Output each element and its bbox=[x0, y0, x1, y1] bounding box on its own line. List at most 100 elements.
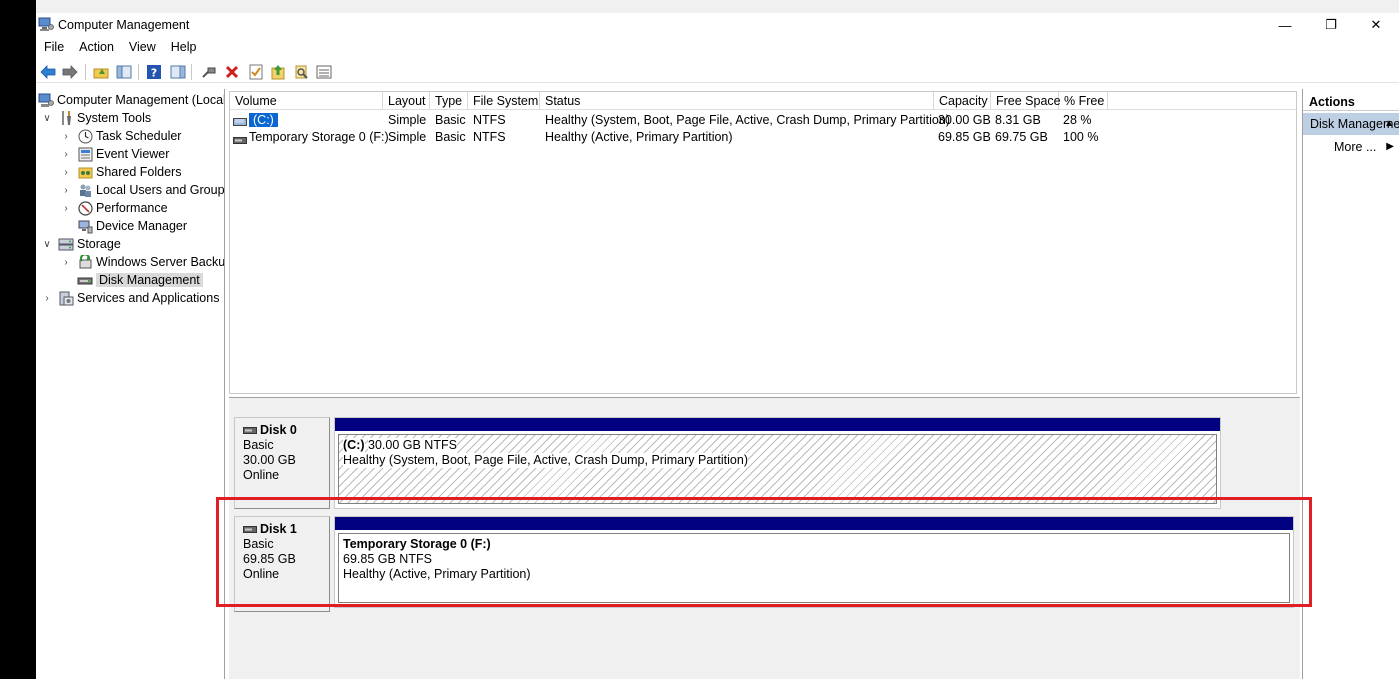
volume-row[interactable]: (C:) Simple Basic NTFS Healthy (System, … bbox=[230, 112, 1296, 129]
partition-status: Healthy (Active, Primary Partition) bbox=[343, 567, 531, 581]
tree-item-label: Local Users and Groups bbox=[96, 183, 225, 197]
chevron-right-icon[interactable]: › bbox=[60, 131, 72, 142]
tree-item-computer-management[interactable]: Computer Management (Local bbox=[38, 91, 225, 109]
column-header-type[interactable]: Type bbox=[430, 92, 468, 110]
partition-status: Healthy (System, Boot, Page File, Active… bbox=[343, 453, 748, 468]
clock-icon bbox=[77, 128, 93, 144]
column-header-free-space[interactable]: Free Space bbox=[991, 92, 1061, 110]
restore-button[interactable]: ❐ bbox=[1308, 13, 1354, 37]
partition-c[interactable]: (C:) 30.00 GB NTFS Healthy (System, Boot… bbox=[338, 434, 1217, 504]
column-header-volume[interactable]: Volume bbox=[230, 92, 383, 110]
top-strip bbox=[0, 0, 1399, 13]
disk-state: Online bbox=[243, 567, 280, 581]
volume-list: Volume Layout Type File System Status Ca… bbox=[229, 91, 1297, 394]
disk-bar bbox=[335, 418, 1220, 431]
tree-item-windows-server-backup[interactable]: › Windows Server Backup bbox=[60, 253, 225, 271]
title-bar: Computer Management — ❐ ✕ bbox=[36, 13, 1399, 37]
tree-item-label: Device Manager bbox=[96, 219, 188, 233]
column-header-status[interactable]: Status bbox=[540, 92, 934, 110]
action-pane-icon bbox=[170, 65, 186, 79]
restore-icon: ❐ bbox=[1325, 17, 1337, 32]
menu-view[interactable]: View bbox=[121, 39, 163, 57]
disk-size: 30.00 GB bbox=[243, 453, 296, 467]
column-header-percent-free[interactable]: % Free bbox=[1059, 92, 1108, 110]
volume-capacity: 69.85 GB bbox=[938, 130, 991, 144]
tree-item-disk-management[interactable]: Disk Management bbox=[77, 271, 203, 289]
menu-file[interactable]: File bbox=[36, 39, 71, 57]
folder-up-icon bbox=[93, 68, 109, 79]
tree-item-local-users[interactable]: › Local Users and Groups bbox=[60, 181, 225, 199]
actions-disk-management[interactable]: Disk Management ▲ bbox=[1303, 113, 1399, 135]
show-hide-tree-button[interactable] bbox=[114, 62, 134, 82]
performance-icon bbox=[77, 200, 93, 216]
tree-item-storage[interactable]: ∨ Storage bbox=[41, 235, 120, 253]
disk-management-icon bbox=[77, 272, 93, 288]
actions-more[interactable]: More ... ▶ bbox=[1303, 137, 1399, 157]
volume-layout: Simple bbox=[388, 130, 427, 144]
users-icon bbox=[77, 182, 93, 198]
tree-item-device-manager[interactable]: Device Manager bbox=[77, 217, 187, 235]
volume-row[interactable]: Temporary Storage 0 (F:) Simple Basic NT… bbox=[230, 129, 1296, 146]
column-header-capacity[interactable]: Capacity bbox=[934, 92, 991, 110]
disk-type: Basic bbox=[243, 438, 274, 452]
chevron-right-icon[interactable]: › bbox=[60, 257, 72, 268]
partition-f[interactable]: Temporary Storage 0 (F:) 69.85 GB NTFS H… bbox=[338, 533, 1290, 603]
forward-button[interactable] bbox=[60, 62, 80, 82]
volume-type: Basic bbox=[435, 130, 466, 144]
properties-button[interactable] bbox=[246, 62, 266, 82]
back-button[interactable] bbox=[38, 62, 58, 82]
delete-x-icon bbox=[225, 65, 239, 79]
chevron-down-icon[interactable]: ∨ bbox=[41, 239, 53, 250]
tree-item-label: Event Viewer bbox=[96, 147, 170, 161]
tree-item-event-viewer[interactable]: › Event Viewer bbox=[60, 145, 169, 163]
connect-button[interactable] bbox=[199, 62, 219, 82]
actions-pane: Actions Disk Management ▲ More ... ▶ bbox=[1302, 89, 1399, 679]
chevron-right-icon[interactable]: › bbox=[60, 167, 72, 178]
disk-type: Basic bbox=[243, 537, 274, 551]
show-action-pane-button[interactable] bbox=[168, 62, 188, 82]
search-button[interactable] bbox=[292, 62, 312, 82]
list-view-icon bbox=[316, 65, 332, 79]
column-header-file-system[interactable]: File System bbox=[468, 92, 540, 110]
delete-button[interactable] bbox=[222, 62, 242, 82]
close-button[interactable]: ✕ bbox=[1353, 13, 1399, 37]
tree-item-label: Shared Folders bbox=[96, 165, 182, 179]
collapse-up-icon[interactable]: ▲ bbox=[1384, 118, 1394, 129]
storage-icon bbox=[58, 236, 74, 252]
device-manager-icon bbox=[77, 218, 93, 234]
chevron-right-icon[interactable]: › bbox=[60, 203, 72, 214]
chevron-down-icon[interactable]: ∨ bbox=[41, 113, 53, 124]
services-icon bbox=[58, 290, 74, 306]
export-button[interactable] bbox=[268, 62, 288, 82]
volume-percent-free: 28 % bbox=[1063, 113, 1092, 127]
back-arrow-icon bbox=[40, 65, 56, 79]
tree-item-label: Computer Management (Local bbox=[57, 93, 225, 107]
minimize-button[interactable]: — bbox=[1262, 13, 1308, 37]
tree-item-shared-folders[interactable]: › Shared Folders bbox=[60, 163, 181, 181]
menu-action[interactable]: Action bbox=[71, 39, 121, 57]
partition-size: 30.00 GB NTFS bbox=[368, 438, 457, 453]
chevron-right-icon[interactable]: › bbox=[60, 185, 72, 196]
menu-help[interactable]: Help bbox=[163, 39, 204, 57]
toolbar-separator bbox=[138, 64, 139, 80]
help-button[interactable]: ? bbox=[144, 62, 164, 82]
chevron-right-icon[interactable]: › bbox=[60, 149, 72, 160]
disk-0-label[interactable]: Disk 0 Basic 30.00 GB Online bbox=[234, 417, 330, 509]
tree-item-task-scheduler[interactable]: › Task Scheduler bbox=[60, 127, 181, 145]
chevron-right-icon[interactable]: › bbox=[41, 293, 53, 304]
list-view-button[interactable] bbox=[314, 62, 334, 82]
tree-item-performance[interactable]: › Performance bbox=[60, 199, 168, 217]
left-black-margin bbox=[0, 0, 36, 679]
partition-title: Temporary Storage 0 (F:) bbox=[343, 537, 491, 551]
volume-list-header: Volume Layout Type File System Status Ca… bbox=[230, 92, 1296, 110]
tree-item-system-tools[interactable]: ∨ System Tools bbox=[41, 109, 151, 127]
up-folder-button[interactable] bbox=[91, 62, 111, 82]
volume-drive-icon bbox=[233, 115, 247, 129]
column-header-layout[interactable]: Layout bbox=[383, 92, 430, 110]
disk-1-label[interactable]: Disk 1 Basic 69.85 GB Online bbox=[234, 516, 330, 612]
volume-status: Healthy (Active, Primary Partition) bbox=[545, 130, 733, 144]
tree-item-label: Windows Server Backup bbox=[96, 255, 225, 269]
toolbar: ? bbox=[36, 61, 1399, 83]
tree-item-services-applications[interactable]: › Services and Applications bbox=[41, 289, 219, 307]
event-viewer-icon bbox=[77, 146, 93, 162]
